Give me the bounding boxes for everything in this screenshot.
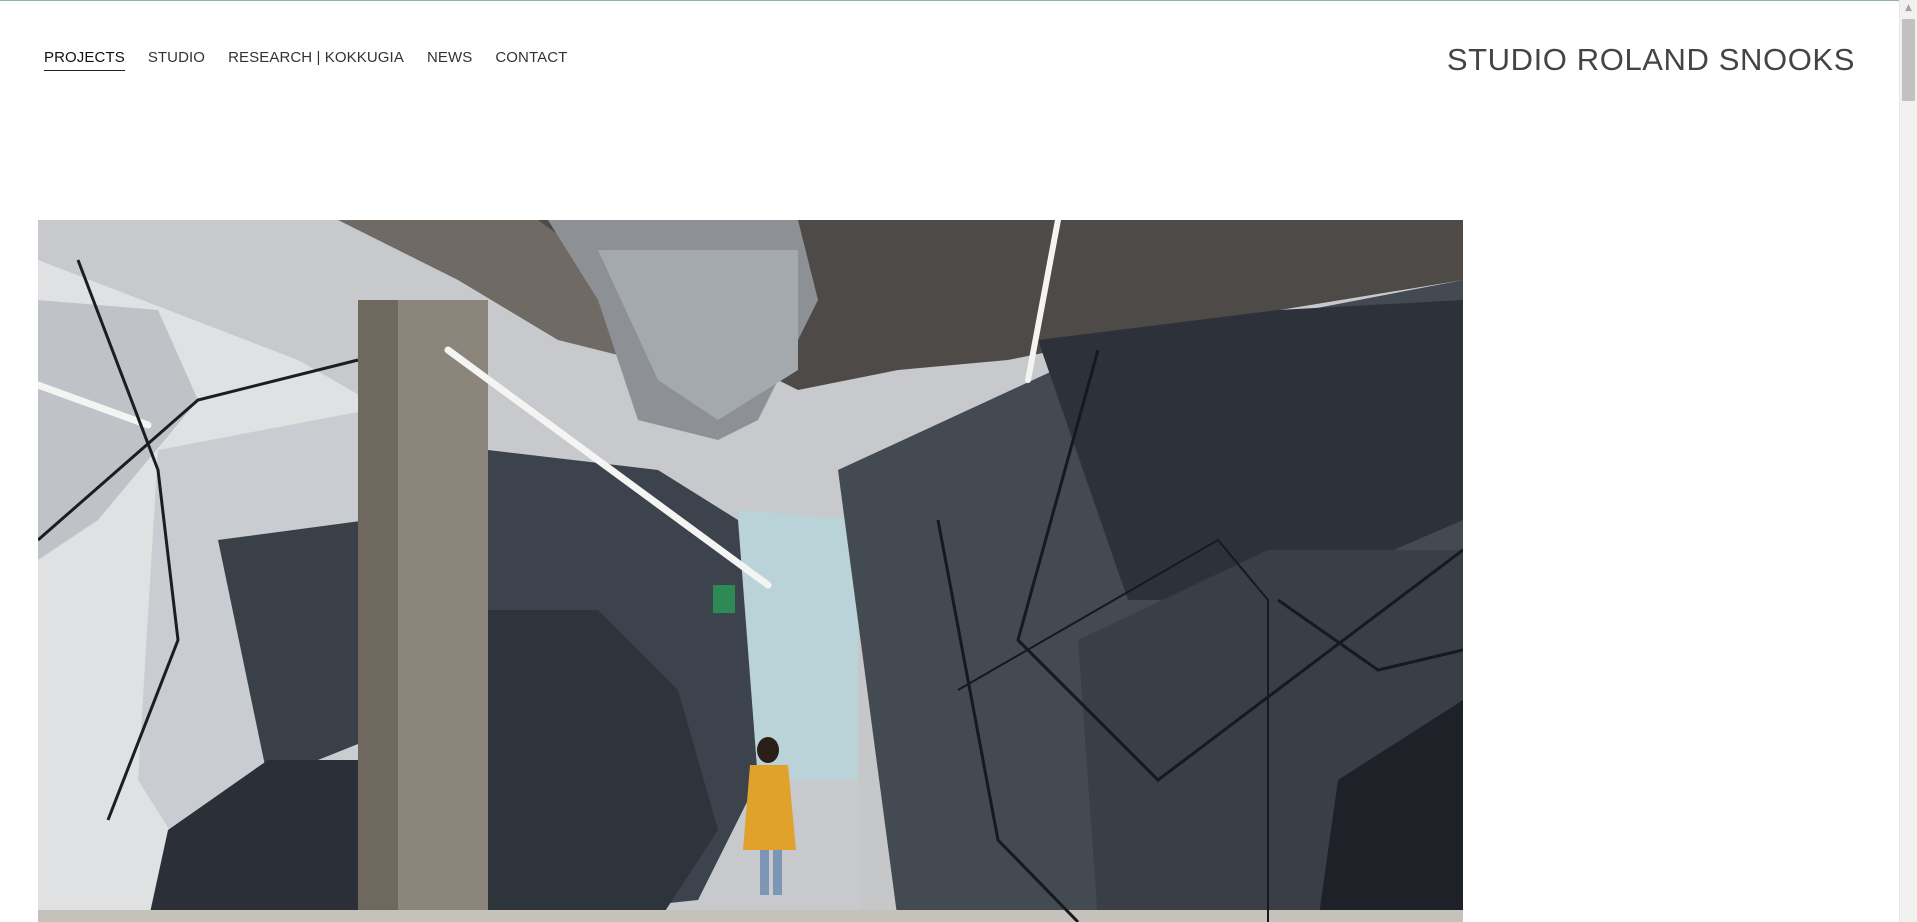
scrollbar[interactable]: ▲ bbox=[1899, 0, 1917, 922]
scrollbar-thumb[interactable] bbox=[1902, 19, 1915, 101]
nav-research-kokkugia[interactable]: RESEARCH | KOKKUGIA bbox=[228, 48, 404, 70]
top-border bbox=[0, 0, 1917, 1]
nav-contact[interactable]: CONTACT bbox=[495, 48, 567, 70]
triangle-up-icon[interactable]: ▲ bbox=[1900, 0, 1917, 17]
site-title[interactable]: STUDIO ROLAND SNOOKS bbox=[1447, 40, 1855, 80]
page: PROJECTS STUDIO RESEARCH | KOKKUGIA NEWS… bbox=[0, 0, 1917, 922]
nav-studio[interactable]: STUDIO bbox=[148, 48, 205, 70]
hero-image bbox=[38, 220, 1463, 922]
nav-projects[interactable]: PROJECTS bbox=[44, 48, 125, 71]
nav-news[interactable]: NEWS bbox=[427, 48, 472, 70]
main-nav: PROJECTS STUDIO RESEARCH | KOKKUGIA NEWS… bbox=[44, 48, 590, 71]
